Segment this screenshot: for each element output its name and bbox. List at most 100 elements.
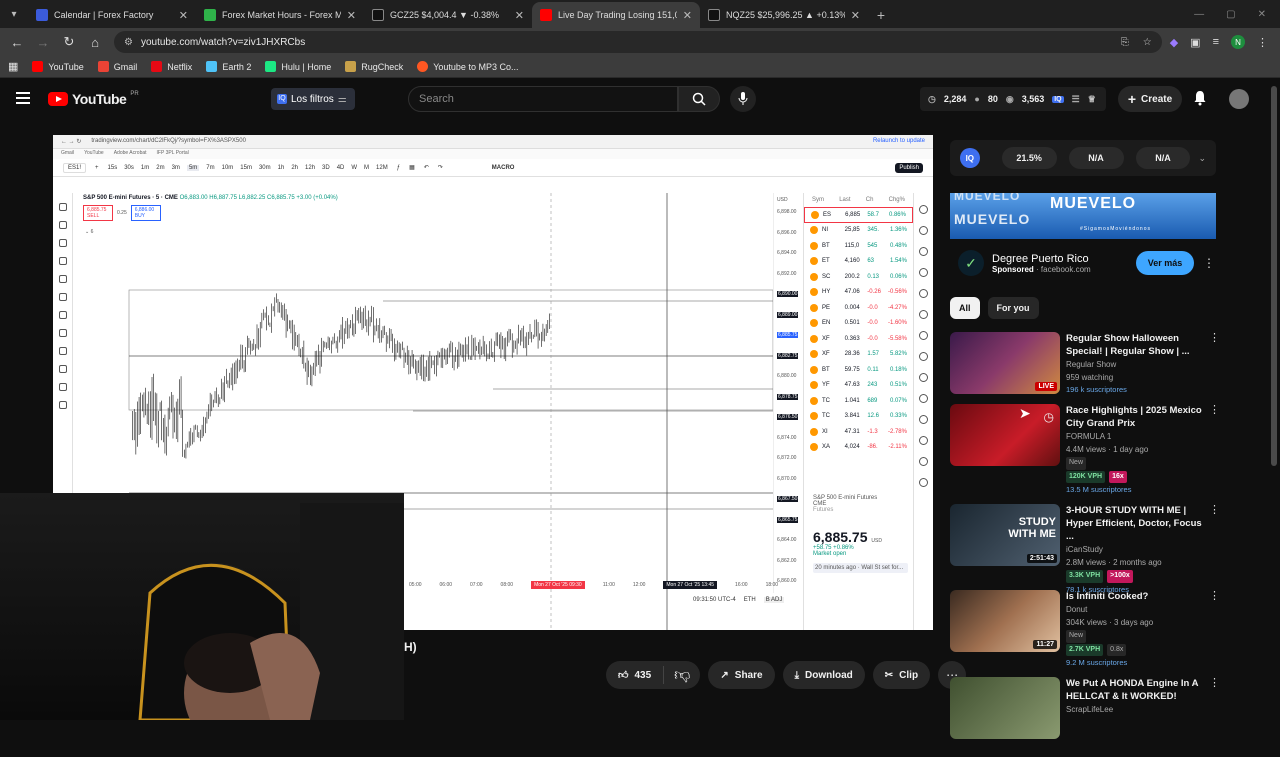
more-vertical-icon[interactable]: ⋮: [1209, 404, 1220, 417]
browser-tab-active[interactable]: Live Day Trading Losing 151,0... ✕: [532, 2, 700, 28]
symbol-dot-icon: [810, 412, 818, 421]
watch-pct: 1.54%: [889, 258, 907, 265]
youtube-logo[interactable]: YouTube PR: [48, 91, 139, 107]
extensions-puzzle-icon[interactable]: ▣: [1190, 36, 1200, 49]
more-vertical-icon[interactable]: ⋮: [1209, 332, 1220, 345]
extension-icon[interactable]: ◆: [1170, 36, 1178, 49]
channel-name[interactable]: Regular Show: [1066, 359, 1220, 372]
tv-publish: Publish: [895, 162, 923, 173]
download-button[interactable]: ⤓ Download: [782, 661, 865, 689]
chip-for-you[interactable]: For you: [987, 297, 1039, 319]
chevron-down-icon[interactable]: ⌄: [1198, 153, 1206, 164]
bookmark-netflix[interactable]: Netflix: [151, 61, 192, 72]
notifications-bell-icon[interactable]: [1192, 90, 1208, 111]
recommendation-item[interactable]: We Put A HONDA Engine In A HELLCAT & It …: [950, 677, 1220, 757]
close-icon[interactable]: ✕: [179, 9, 188, 22]
channel-name[interactable]: FORMULA 1: [1066, 431, 1220, 444]
browser-tab[interactable]: NQZ25 $25,996.25 ▲ +0.13% ✕: [700, 2, 868, 28]
bookmark-star-icon[interactable]: ☆: [1143, 37, 1152, 48]
back-button[interactable]: ←: [6, 31, 28, 53]
close-icon[interactable]: ✕: [683, 9, 692, 22]
video-title[interactable]: 3-HOUR STUDY WITH ME | Hyper Efficient, …: [1066, 504, 1220, 543]
channel-name[interactable]: iCanStudy: [1066, 544, 1220, 557]
channel-name[interactable]: Donut: [1066, 604, 1220, 617]
advertiser-name[interactable]: Degree Puerto Rico: [992, 253, 1091, 265]
tv-timeframe: 30m: [258, 164, 271, 171]
create-button[interactable]: + Create: [1118, 86, 1182, 112]
account-avatar[interactable]: [1229, 89, 1249, 109]
page-scrollbar[interactable]: [1271, 86, 1277, 720]
ad-cta-button[interactable]: Ver más: [1136, 251, 1194, 275]
video-thumbnail[interactable]: 11:27: [950, 590, 1060, 652]
window-controls: — ▢ ✕: [1194, 2, 1280, 28]
bookmark-gmail[interactable]: Gmail: [97, 61, 137, 72]
channel-name[interactable]: ScrapLifeLee: [1066, 704, 1220, 717]
site-info-icon[interactable]: ⚙: [124, 37, 133, 48]
recommendation-item[interactable]: 11:27 Is Infiniti Cooked? Donut 304K vie…: [950, 590, 1220, 670]
watch-change: -0.0: [867, 320, 878, 327]
watch-pct: 0.18%: [889, 366, 907, 373]
dislike-button[interactable]: 👎︎: [664, 666, 700, 685]
tv-browser-bar: ← → ↻ tradingview.com/chart/dC2lFkQj/?sy…: [53, 135, 933, 149]
profile-avatar[interactable]: N: [1231, 35, 1245, 49]
video-title[interactable]: We Put A HONDA Engine In A HELLCAT & It …: [1066, 677, 1220, 703]
more-vertical-icon[interactable]: ⋮: [1209, 504, 1220, 517]
video-thumbnail[interactable]: STUDY WITH ME 2:51:43: [950, 504, 1060, 566]
watch-sym: BT: [822, 366, 830, 373]
hamburger-menu-icon[interactable]: [16, 92, 30, 107]
video-title[interactable]: Regular Show Halloween Special! | Regula…: [1066, 332, 1220, 358]
maximize-icon[interactable]: ▢: [1226, 2, 1235, 28]
minimize-icon[interactable]: —: [1194, 2, 1204, 28]
filters-button[interactable]: IQ Los filtros ⚌: [271, 88, 355, 110]
video-thumbnail[interactable]: [950, 677, 1060, 739]
media-icon[interactable]: ≡: [1213, 36, 1219, 48]
bookmark-yt-mp3[interactable]: Youtube to MP3 Co...: [417, 61, 518, 72]
close-icon[interactable]: ✕: [347, 9, 356, 22]
recommendation-item[interactable]: LIVE Regular Show Halloween Special! | R…: [950, 332, 1220, 412]
more-vertical-icon[interactable]: ⋮: [1209, 590, 1220, 603]
video-title[interactable]: Race Highlights | 2025 Mexico City Grand…: [1066, 404, 1220, 430]
watch-change: -1.3: [867, 428, 878, 435]
ad-banner-image[interactable]: MUEVELO MUEVELO MUEVELO #SigamosMoviéndo…: [950, 193, 1216, 239]
home-button[interactable]: ⌂: [84, 31, 106, 53]
bookmark-hulu[interactable]: Hulu | Home: [265, 61, 331, 72]
close-icon[interactable]: ✕: [851, 9, 860, 22]
more-vertical-icon[interactable]: ⋮: [1209, 677, 1220, 690]
video-title[interactable]: Is Infiniti Cooked?: [1066, 590, 1220, 603]
search-button[interactable]: [678, 86, 720, 112]
watch-pct: -1.60%: [887, 320, 907, 327]
bookmark-youtube[interactable]: YouTube: [32, 61, 84, 72]
watch-sym: NI: [822, 227, 828, 234]
bookmark-rugcheck[interactable]: RugCheck: [345, 61, 403, 72]
browser-tab[interactable]: Calendar | Forex Factory ✕: [28, 2, 196, 28]
voice-search-button[interactable]: [730, 86, 756, 112]
reload-button[interactable]: ↻: [58, 31, 80, 53]
close-icon[interactable]: ✕: [515, 9, 524, 22]
recommendation-item[interactable]: ◷ Race Highlights | 2025 Mexico City Gra…: [950, 404, 1220, 494]
video-meta: 959 watching: [1066, 372, 1114, 382]
close-window-icon[interactable]: ✕: [1258, 2, 1266, 28]
like-button[interactable]: 👍︎ 435: [606, 666, 665, 684]
share-button[interactable]: ↗ Share: [708, 661, 775, 689]
url-bar[interactable]: ⚙ youtube.com/watch?v=ziv1JHXRCbs ⎘ ☆: [114, 31, 1162, 53]
stats-widget[interactable]: ◷ 2,284 ● 80 ◉ 3,563 IQ ☰ ♕: [920, 87, 1106, 111]
tab-search-icon[interactable]: ▾: [0, 0, 28, 28]
install-icon[interactable]: ⎘: [1121, 37, 1129, 48]
menu-icon[interactable]: ⋮: [1257, 36, 1268, 49]
recommendation-item[interactable]: STUDY WITH ME 2:51:43 3-HOUR STUDY WITH …: [950, 504, 1220, 594]
bookmark-earth2[interactable]: Earth 2: [206, 61, 251, 72]
apps-grid-icon[interactable]: ▦: [8, 60, 18, 73]
more-vertical-icon[interactable]: ⋮: [1202, 256, 1216, 270]
scrollbar-thumb[interactable]: [1271, 86, 1277, 466]
forward-button[interactable]: →: [32, 31, 54, 53]
tv-timeframe: 15s: [107, 164, 118, 171]
video-thumbnail[interactable]: LIVE: [950, 332, 1060, 394]
new-tab-button[interactable]: +: [868, 2, 894, 28]
tv-url: tradingview.com/chart/dC2lFkQj/?symbol=F…: [91, 138, 246, 144]
browser-tab[interactable]: GCZ25 $4,004.4 ▼ -0.38% ✕: [364, 2, 532, 28]
browser-tab[interactable]: Forex Market Hours - Forex Ma ✕: [196, 2, 364, 28]
video-thumbnail[interactable]: ◷: [950, 404, 1060, 466]
search-input[interactable]: Search: [408, 86, 678, 112]
clip-button[interactable]: ✂ Clip: [872, 661, 931, 689]
chip-all[interactable]: All: [950, 297, 980, 319]
